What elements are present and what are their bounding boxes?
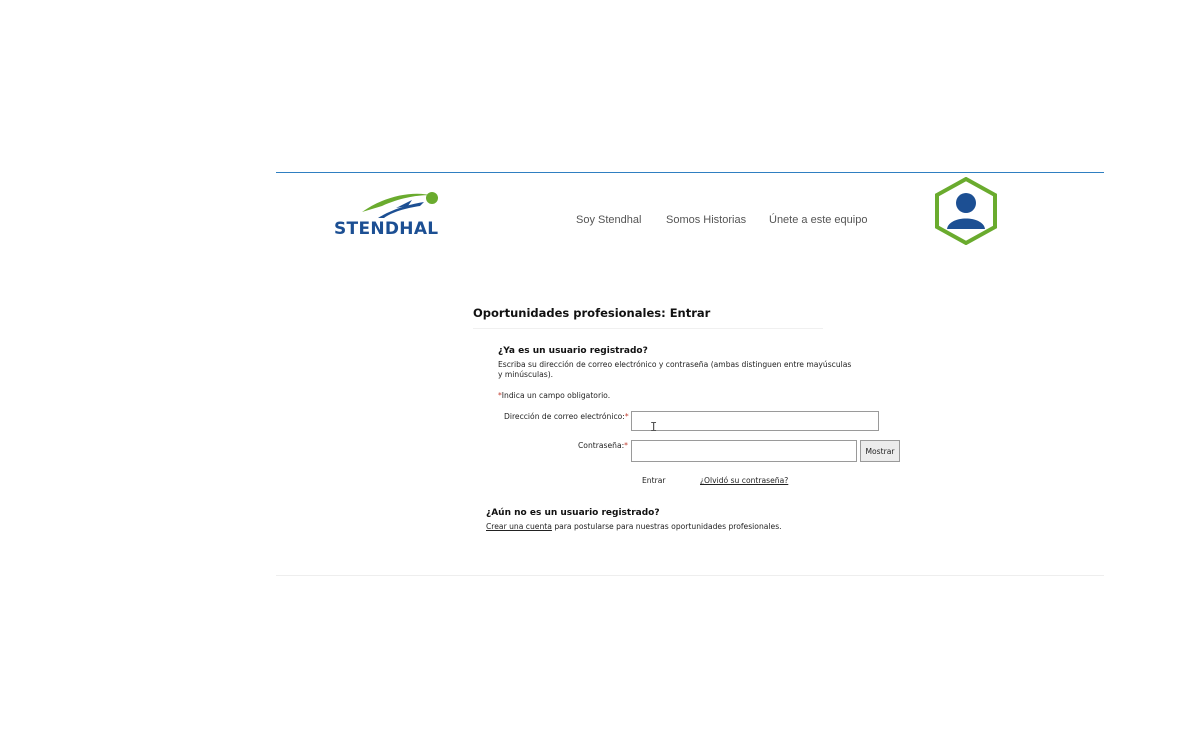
header-top-rule — [276, 172, 1104, 173]
password-field[interactable] — [631, 440, 857, 462]
stendhal-logo[interactable]: STENDHAL — [334, 190, 444, 240]
logo-swoosh-icon — [362, 192, 438, 218]
registered-heading: ¿Ya es un usuario registrado? — [498, 346, 648, 356]
required-note-text: Indica un campo obligatorio. — [501, 391, 611, 400]
required-note: *Indica un campo obligatorio. — [498, 391, 610, 401]
user-avatar-icon[interactable] — [933, 176, 999, 246]
nav-somos-historias[interactable]: Somos Historias — [666, 214, 746, 226]
email-field[interactable] — [631, 411, 879, 431]
footer-rule — [276, 575, 1104, 576]
login-instructions: Escriba su dirección de correo electróni… — [498, 360, 852, 379]
text-cursor-icon: I — [650, 420, 658, 434]
forgot-password-link[interactable]: ¿Olvidó su contraseña? — [700, 476, 788, 485]
title-divider — [473, 328, 823, 329]
nav-soy-stendhal[interactable]: Soy Stendhal — [576, 214, 641, 226]
password-required-star: * — [624, 441, 628, 450]
email-label: Dirección de correo electrónico:* — [504, 412, 629, 421]
password-label: Contraseña:* — [578, 441, 628, 450]
signup-rest-text: para postularse para nuestras oportunida… — [551, 522, 782, 531]
show-password-button[interactable]: Mostrar — [860, 440, 900, 462]
logo-text: STENDHAL — [334, 219, 439, 239]
nav-unete-equipo[interactable]: Únete a este equipo — [769, 214, 867, 226]
page-title: Oportunidades profesionales: Entrar — [473, 306, 711, 320]
email-required-star: * — [624, 412, 629, 421]
email-label-text: Dirección de correo electrónico: — [504, 412, 625, 421]
create-account-link[interactable]: Crear una cuenta — [486, 522, 552, 531]
page-frame: STENDHAL Soy Stendhal Somos Historias Ún… — [276, 172, 1104, 576]
password-label-text: Contraseña: — [578, 441, 625, 450]
signup-heading: ¿Aún no es un usuario registrado? — [486, 508, 660, 518]
signup-text: Crear una cuenta para postularse para nu… — [486, 522, 782, 532]
enter-button[interactable]: Entrar — [642, 476, 666, 485]
